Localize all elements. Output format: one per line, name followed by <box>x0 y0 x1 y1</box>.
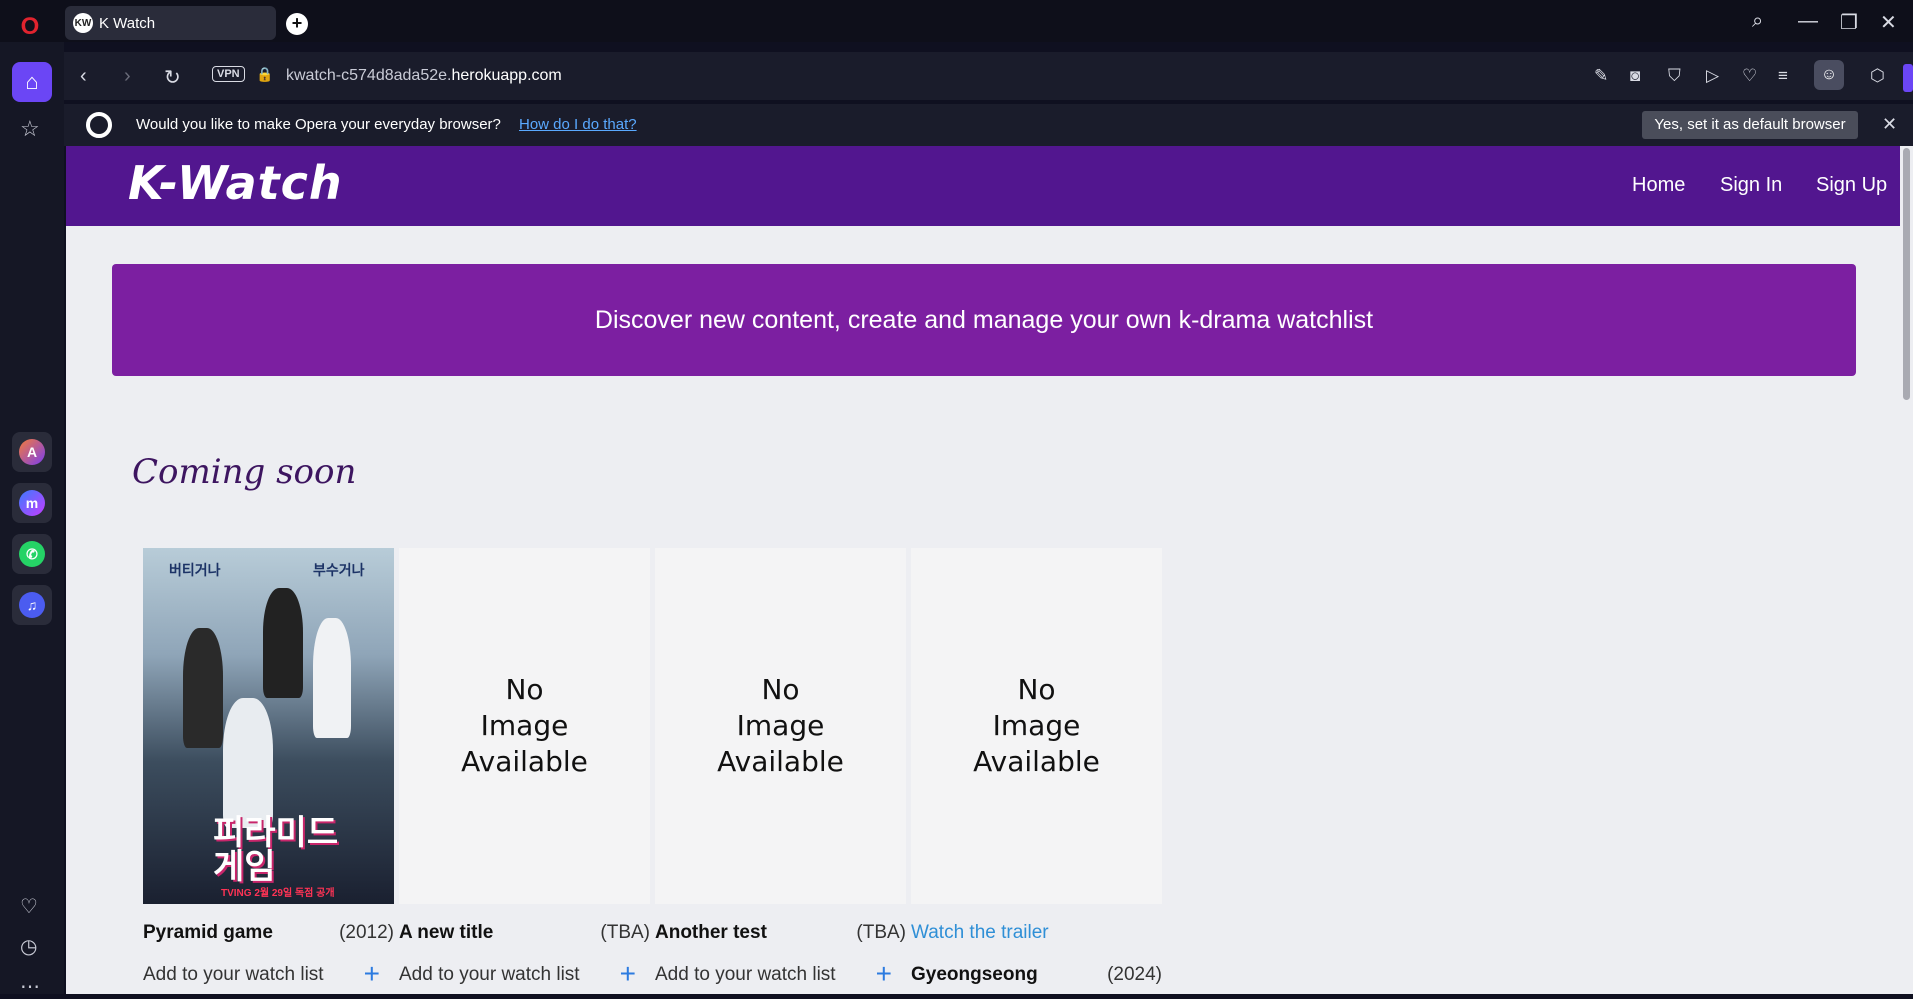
shield-icon[interactable]: ⛉ <box>1668 66 1681 86</box>
section-title: Coming soon <box>132 452 357 492</box>
card-year: (TBA) <box>856 922 906 943</box>
search-tabs-icon[interactable]: ⌕ <box>1752 10 1763 33</box>
reload-icon[interactable]: ↻ <box>164 65 181 90</box>
easy-setup-icon[interactable]: ≡ <box>1778 66 1788 86</box>
opera-logo-icon[interactable]: O <box>18 15 42 39</box>
bookmarks-icon[interactable]: ☆ <box>20 116 40 142</box>
poster-placeholder[interactable]: No Image Available <box>911 548 1162 904</box>
add-to-watchlist-label[interactable]: Add to your watch list <box>143 964 324 986</box>
lock-icon[interactable]: 🔒 <box>256 66 273 83</box>
heart-icon[interactable]: ♡ <box>1742 66 1757 86</box>
poster-figure <box>183 628 223 748</box>
poster-figure <box>313 618 351 738</box>
watch-trailer-link[interactable]: Watch the trailer <box>911 922 1049 944</box>
poster-text-left: 버티거나 <box>169 562 221 578</box>
nav-home[interactable]: Home <box>1632 174 1685 197</box>
back-icon[interactable]: ‹ <box>80 65 87 88</box>
tab-favicon-icon: KW <box>73 13 93 33</box>
poster-title-line2: 게임 <box>213 848 276 886</box>
aria-app-icon[interactable]: A <box>12 432 52 472</box>
no-image-text: No Image Available <box>973 673 1100 778</box>
poster-text-right: 부수거나 <box>313 562 365 578</box>
add-to-watchlist-label[interactable]: Add to your watch list <box>655 964 836 986</box>
no-image-text: No Image Available <box>717 673 844 778</box>
card-title[interactable]: Another test <box>655 922 767 944</box>
set-default-button[interactable]: Yes, set it as default browser <box>1642 111 1858 139</box>
opera-o-icon <box>86 112 112 138</box>
site-navbar: K-Watch Home Sign In Sign Up <box>66 146 1900 226</box>
url-domain: herokuapp.com <box>451 67 562 84</box>
card-title[interactable]: Gyeongseong <box>911 964 1038 986</box>
card-year: (2012) <box>339 922 394 943</box>
poster-placeholder[interactable]: No Image Available <box>655 548 906 904</box>
drama-card: 버티거나 부수거나 피라미드 게임 TVING 2월 29일 독점 공개 Pyra… <box>143 548 394 989</box>
profile-icon[interactable]: ☺ <box>1814 60 1844 90</box>
poster-title: 피라미드 게임 <box>213 816 338 884</box>
card-title[interactable]: A new title <box>399 922 493 944</box>
poster-placeholder[interactable]: No Image Available <box>399 548 650 904</box>
site-logo[interactable]: K-Watch <box>128 156 343 210</box>
drama-card: No Image Available A new title (TBA) Add t… <box>399 548 650 989</box>
nav-sign-up[interactable]: Sign Up <box>1816 174 1887 197</box>
add-to-watchlist-plus-icon[interactable]: + <box>364 958 380 990</box>
poster-image[interactable]: 버티거나 부수거나 피라미드 게임 TVING 2월 29일 독점 공개 <box>143 548 394 904</box>
url-field[interactable]: kwatch-c574d8ada52e.herokuapp.com <box>286 67 562 85</box>
tab-title: K Watch <box>99 14 156 32</box>
send-icon[interactable]: ▷ <box>1706 66 1719 86</box>
poster-footer: TVING 2월 29일 독점 공개 <box>221 888 335 899</box>
home-icon[interactable]: ⌂ <box>12 62 52 102</box>
more-icon[interactable]: ⋯ <box>20 974 40 999</box>
vpn-badge[interactable]: VPN <box>212 66 245 82</box>
drama-card: No Image Available Another test (TBA) Add … <box>655 548 906 989</box>
poster-figure <box>223 698 273 828</box>
new-tab-button[interactable]: + <box>286 13 308 35</box>
default-browser-infobar: Would you like to make Opera your everyd… <box>64 104 1913 146</box>
add-to-watchlist-label[interactable]: Add to your watch list <box>399 964 580 986</box>
add-to-watchlist-plus-icon[interactable]: + <box>876 958 892 990</box>
poster-title-line1: 피라미드 <box>213 814 339 852</box>
restore-window-icon[interactable]: ❐ <box>1840 10 1858 35</box>
messenger-icon[interactable]: m <box>12 483 52 523</box>
tab-k-watch[interactable]: KW K Watch <box>65 6 276 40</box>
browser-tab-bar: O KW K Watch + ⌕ — ❐ ✕ <box>0 0 1913 42</box>
forward-icon[interactable]: › <box>124 65 131 88</box>
minimize-icon[interactable]: — <box>1798 10 1818 33</box>
hero-banner: Discover new content, create and manage … <box>112 264 1856 376</box>
close-window-icon[interactable]: ✕ <box>1880 10 1897 35</box>
opera-sidebar: ⌂ ☆ A m ✆ ♫ ♡ ◷ ⋯ <box>0 42 64 998</box>
close-infobar-icon[interactable]: ✕ <box>1882 114 1897 135</box>
card-year: (2024) <box>1107 964 1162 985</box>
page-scrollbar[interactable] <box>1900 146 1913 994</box>
url-prefix: kwatch-c574d8ada52e. <box>286 67 452 84</box>
web-page: K-Watch Home Sign In Sign Up Discover ne… <box>66 146 1900 994</box>
address-bar: ‹ › ↻ VPN 🔒 kwatch-c574d8ada52e.herokuap… <box>64 52 1913 100</box>
extensions-icon[interactable]: ⬡ <box>1870 66 1885 86</box>
drama-card: No Image Available Watch the trailer Gyeon… <box>911 548 1162 985</box>
history-icon[interactable]: ◷ <box>20 934 37 959</box>
sidebar-accent <box>1903 64 1913 92</box>
whatsapp-icon[interactable]: ✆ <box>12 534 52 574</box>
nav-sign-in[interactable]: Sign In <box>1720 174 1782 197</box>
how-do-i-link[interactable]: How do I do that? <box>519 116 637 133</box>
music-player-icon[interactable]: ♫ <box>12 585 52 625</box>
scrollbar-thumb[interactable] <box>1903 148 1910 400</box>
card-year: (TBA) <box>600 922 650 943</box>
poster-figure <box>263 588 303 698</box>
edit-icon[interactable]: ✎ <box>1594 66 1608 86</box>
infobar-message: Would you like to make Opera your everyd… <box>136 116 501 133</box>
camera-icon[interactable]: ◙ <box>1630 66 1640 86</box>
card-title[interactable]: Pyramid game <box>143 922 273 944</box>
favorites-icon[interactable]: ♡ <box>20 894 38 919</box>
no-image-text: No Image Available <box>461 673 588 778</box>
add-to-watchlist-plus-icon[interactable]: + <box>620 958 636 990</box>
